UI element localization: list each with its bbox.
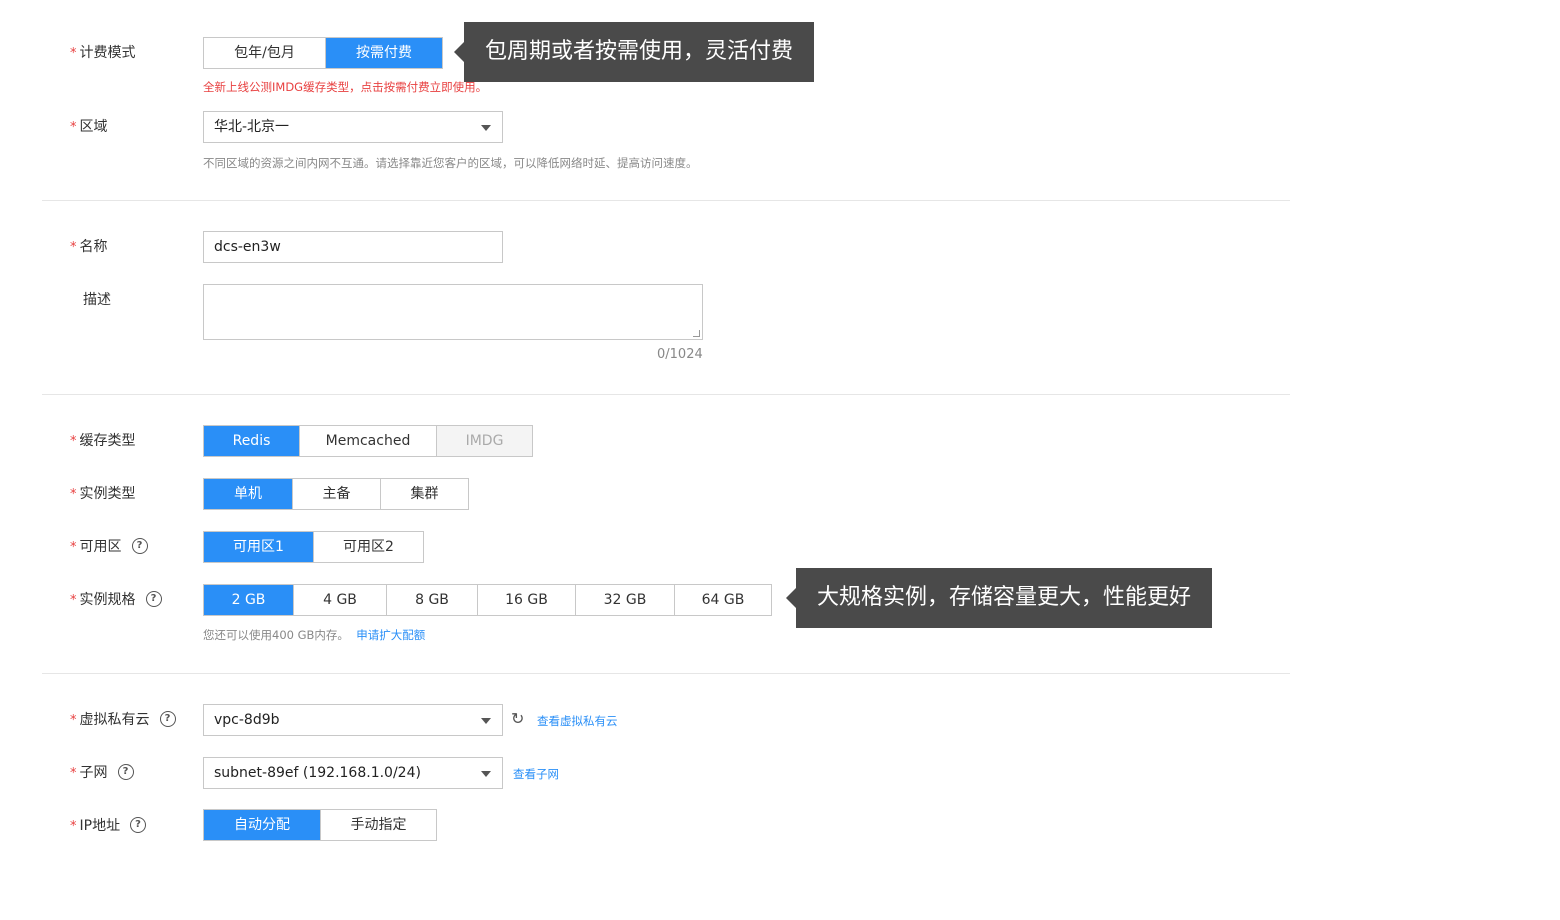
help-icon[interactable]: ?	[131, 538, 148, 554]
required-mark: *	[70, 766, 77, 781]
spec-tooltip: 大规格实例，存储容量更大，性能更好	[786, 568, 1213, 628]
ip-option-auto[interactable]: 自动分配	[204, 810, 321, 840]
spec-option-16gb[interactable]: 16 GB	[478, 585, 576, 615]
spec-option-2gb[interactable]: 2 GB	[204, 585, 294, 615]
resize-handle-icon[interactable]	[693, 330, 700, 337]
description-counter: 0/1024	[657, 347, 703, 362]
spec-option-8gb[interactable]: 8 GB	[387, 585, 478, 615]
instance-type-master-standby[interactable]: 主备	[293, 479, 381, 509]
required-mark: *	[70, 819, 77, 834]
az-option-1[interactable]: 可用区1	[204, 532, 314, 562]
ip-label: * IP地址?	[70, 816, 147, 836]
ip-selector: 自动分配 手动指定	[203, 809, 437, 841]
cache-type-memcached[interactable]: Memcached	[300, 426, 437, 456]
billing-option-pay-per-use[interactable]: 按需付费	[326, 38, 442, 68]
section-divider	[42, 673, 1290, 674]
help-icon[interactable]: ?	[159, 711, 176, 727]
help-icon[interactable]: ?	[145, 591, 162, 607]
required-mark: *	[70, 713, 77, 728]
help-icon[interactable]: ?	[117, 764, 134, 780]
spec-label: * 实例规格?	[70, 590, 162, 610]
cache-type-imdg: IMDG	[437, 426, 532, 456]
spec-selector: 2 GB 4 GB 8 GB 16 GB 32 GB 64 GB	[203, 584, 772, 616]
spec-option-4gb[interactable]: 4 GB	[294, 585, 387, 615]
instance-type-single[interactable]: 单机	[204, 479, 293, 509]
vpc-label: * 虚拟私有云?	[70, 710, 176, 730]
billing-tooltip: 包周期或者按需使用，灵活付费	[454, 22, 815, 82]
region-label: * 区域	[70, 119, 108, 135]
required-mark: *	[70, 540, 77, 555]
spec-hint: 您还可以使用400 GB内存。 申请扩大配额	[203, 628, 426, 642]
spec-option-64gb[interactable]: 64 GB	[675, 585, 771, 615]
region-select[interactable]: 华北-北京一	[203, 111, 503, 143]
refresh-icon[interactable]: ↻	[511, 709, 524, 728]
required-mark: *	[70, 593, 77, 608]
billing-mode-selector: 包年/包月 按需付费	[203, 37, 443, 69]
name-input[interactable]: dcs-en3w	[203, 231, 503, 263]
view-vpc-link[interactable]: 查看虚拟私有云	[537, 714, 618, 728]
cache-type-label: * 缓存类型	[70, 433, 136, 449]
description-label: 描述	[83, 292, 111, 308]
view-subnet-link[interactable]: 查看子网	[513, 767, 559, 781]
instance-type-selector: 单机 主备 集群	[203, 478, 469, 510]
az-selector: 可用区1 可用区2	[203, 531, 424, 563]
section-divider	[42, 394, 1290, 395]
az-option-2[interactable]: 可用区2	[314, 532, 423, 562]
billing-option-yearly-monthly[interactable]: 包年/包月	[204, 38, 326, 68]
required-mark: *	[70, 46, 77, 61]
required-mark: *	[70, 434, 77, 449]
az-label: * 可用区?	[70, 537, 148, 557]
spec-option-32gb[interactable]: 32 GB	[576, 585, 675, 615]
help-icon[interactable]: ?	[130, 817, 147, 833]
required-mark: *	[70, 240, 77, 255]
chevron-down-icon	[481, 771, 491, 777]
billing-label: * 计费模式	[70, 45, 136, 61]
chevron-down-icon	[481, 718, 491, 724]
region-hint: 不同区域的资源之间内网不互通。请选择靠近您客户的区域，可以降低网络时延、提高访问…	[203, 156, 698, 170]
subnet-label: * 子网?	[70, 763, 134, 783]
section-divider	[42, 200, 1290, 201]
cache-type-redis[interactable]: Redis	[204, 426, 300, 456]
request-quota-link[interactable]: 申请扩大配额	[356, 628, 425, 642]
name-label: * 名称	[70, 239, 108, 255]
vpc-select[interactable]: vpc-8d9b	[203, 704, 503, 736]
description-textarea[interactable]	[203, 284, 703, 340]
required-mark: *	[70, 487, 77, 502]
billing-warning: 全新上线公测IMDG缓存类型，点击按需付费立即使用。	[203, 80, 488, 94]
instance-type-label: * 实例类型	[70, 486, 136, 502]
required-mark: *	[70, 120, 77, 135]
ip-option-manual[interactable]: 手动指定	[321, 810, 436, 840]
instance-type-cluster[interactable]: 集群	[381, 479, 468, 509]
view-subnet-link-wrap: 查看子网	[513, 766, 559, 782]
subnet-select[interactable]: subnet-89ef (192.168.1.0/24)	[203, 757, 503, 789]
chevron-down-icon	[481, 125, 491, 131]
view-vpc-link-wrap: 查看虚拟私有云	[537, 713, 618, 729]
cache-type-selector: Redis Memcached IMDG	[203, 425, 533, 457]
